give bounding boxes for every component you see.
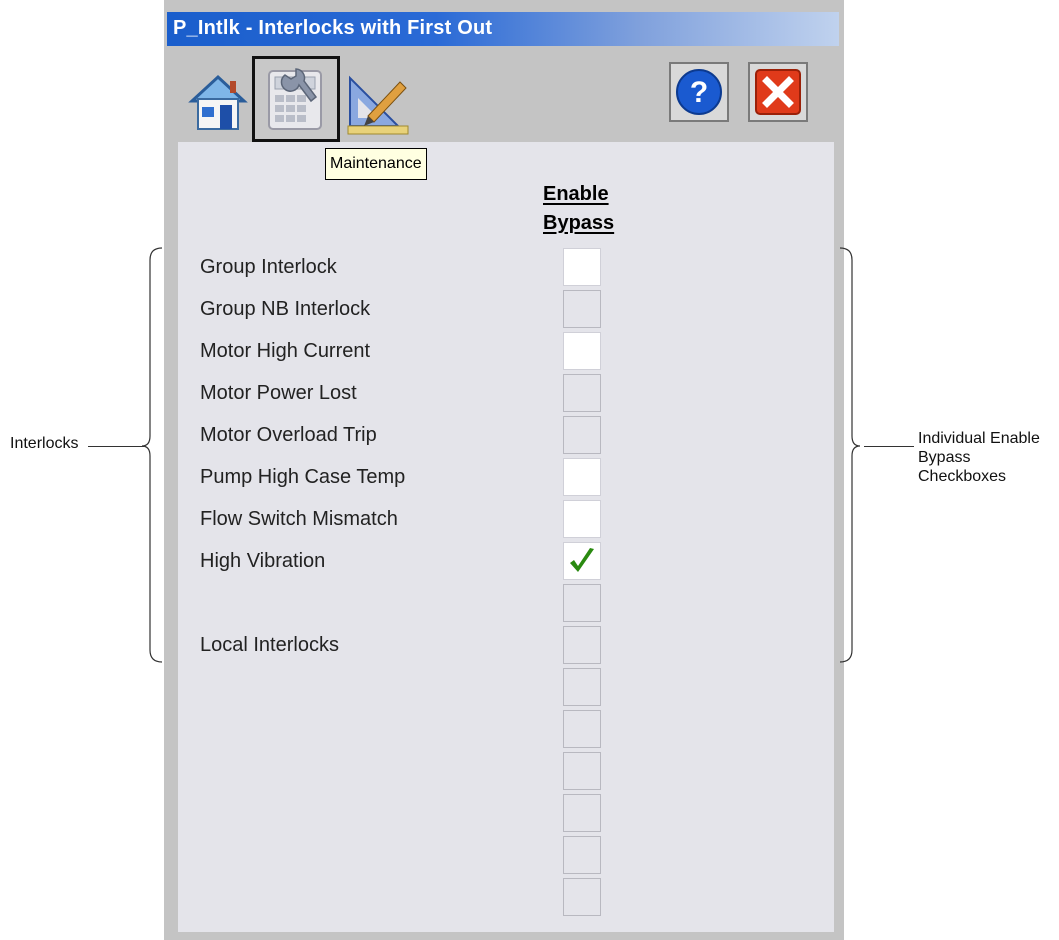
window-title: P_Intlk - Interlocks with First Out [173, 17, 493, 39]
interlock-label: Group Interlock [200, 256, 337, 278]
interlock-label: Flow Switch Mismatch [200, 508, 398, 530]
interlock-label: High Vibration [200, 550, 326, 572]
enable-bypass-checkbox [563, 584, 601, 622]
enable-bypass-checkbox [563, 878, 601, 916]
home-icon[interactable] [186, 71, 250, 133]
help-icon: ? [676, 69, 722, 115]
title-bar: P_Intlk - Interlocks with First Out [167, 12, 839, 46]
enable-bypass-checkbox [563, 752, 601, 790]
interlocks-leader-line [88, 446, 144, 447]
enable-bypass-header: Enable Bypass [543, 180, 637, 238]
enable-bypass-checkbox[interactable] [563, 248, 601, 286]
enable-bypass-checkbox [563, 836, 601, 874]
engineering-icon[interactable] [346, 72, 410, 136]
interlock-label: Pump High Case Temp [200, 466, 406, 488]
enable-bypass-checkbox[interactable] [563, 458, 601, 496]
enable-bypass-checkbox [563, 710, 601, 748]
checkmark-icon [570, 548, 594, 572]
enable-bypass-checkbox [563, 416, 601, 454]
checkboxes-brace [839, 247, 861, 663]
checkboxes-annotation-line-1: Individual Enable [918, 430, 1040, 447]
enable-bypass-checkbox [563, 290, 601, 328]
close-icon [755, 69, 801, 115]
header-line-2: Bypass [543, 212, 615, 234]
header-line-1: Enable [543, 183, 609, 205]
maintenance-icon[interactable] [252, 56, 340, 142]
enable-bypass-checkbox[interactable] [563, 542, 601, 580]
svg-text:?: ? [690, 76, 708, 109]
enable-bypass-checkbox[interactable] [563, 500, 601, 538]
interlock-label: Motor Power Lost [200, 382, 357, 404]
interlock-label: Local Interlocks [200, 634, 339, 656]
interlock-label: Motor High Current [200, 340, 371, 362]
interlocks-brace [141, 247, 163, 663]
checkboxes-annotation: Individual Enable Bypass Checkboxes [918, 429, 1059, 486]
enable-bypass-checkbox [563, 794, 601, 832]
maintenance-tooltip: Maintenance [325, 148, 427, 180]
checkboxes-annotation-line-2: Bypass Checkboxes [918, 449, 1007, 485]
interlock-label: Motor Overload Trip [200, 424, 377, 446]
close-button[interactable] [748, 62, 808, 122]
help-button[interactable]: ? [669, 62, 729, 122]
toolbar: ? [164, 46, 844, 142]
checkboxes-leader-line [864, 446, 914, 447]
interlock-label: Group NB Interlock [200, 298, 371, 320]
enable-bypass-checkbox [563, 626, 601, 664]
enable-bypass-checkbox [563, 374, 601, 412]
enable-bypass-checkbox [563, 668, 601, 706]
enable-bypass-checkbox[interactable] [563, 332, 601, 370]
interlocks-annotation: Interlocks [10, 435, 79, 452]
